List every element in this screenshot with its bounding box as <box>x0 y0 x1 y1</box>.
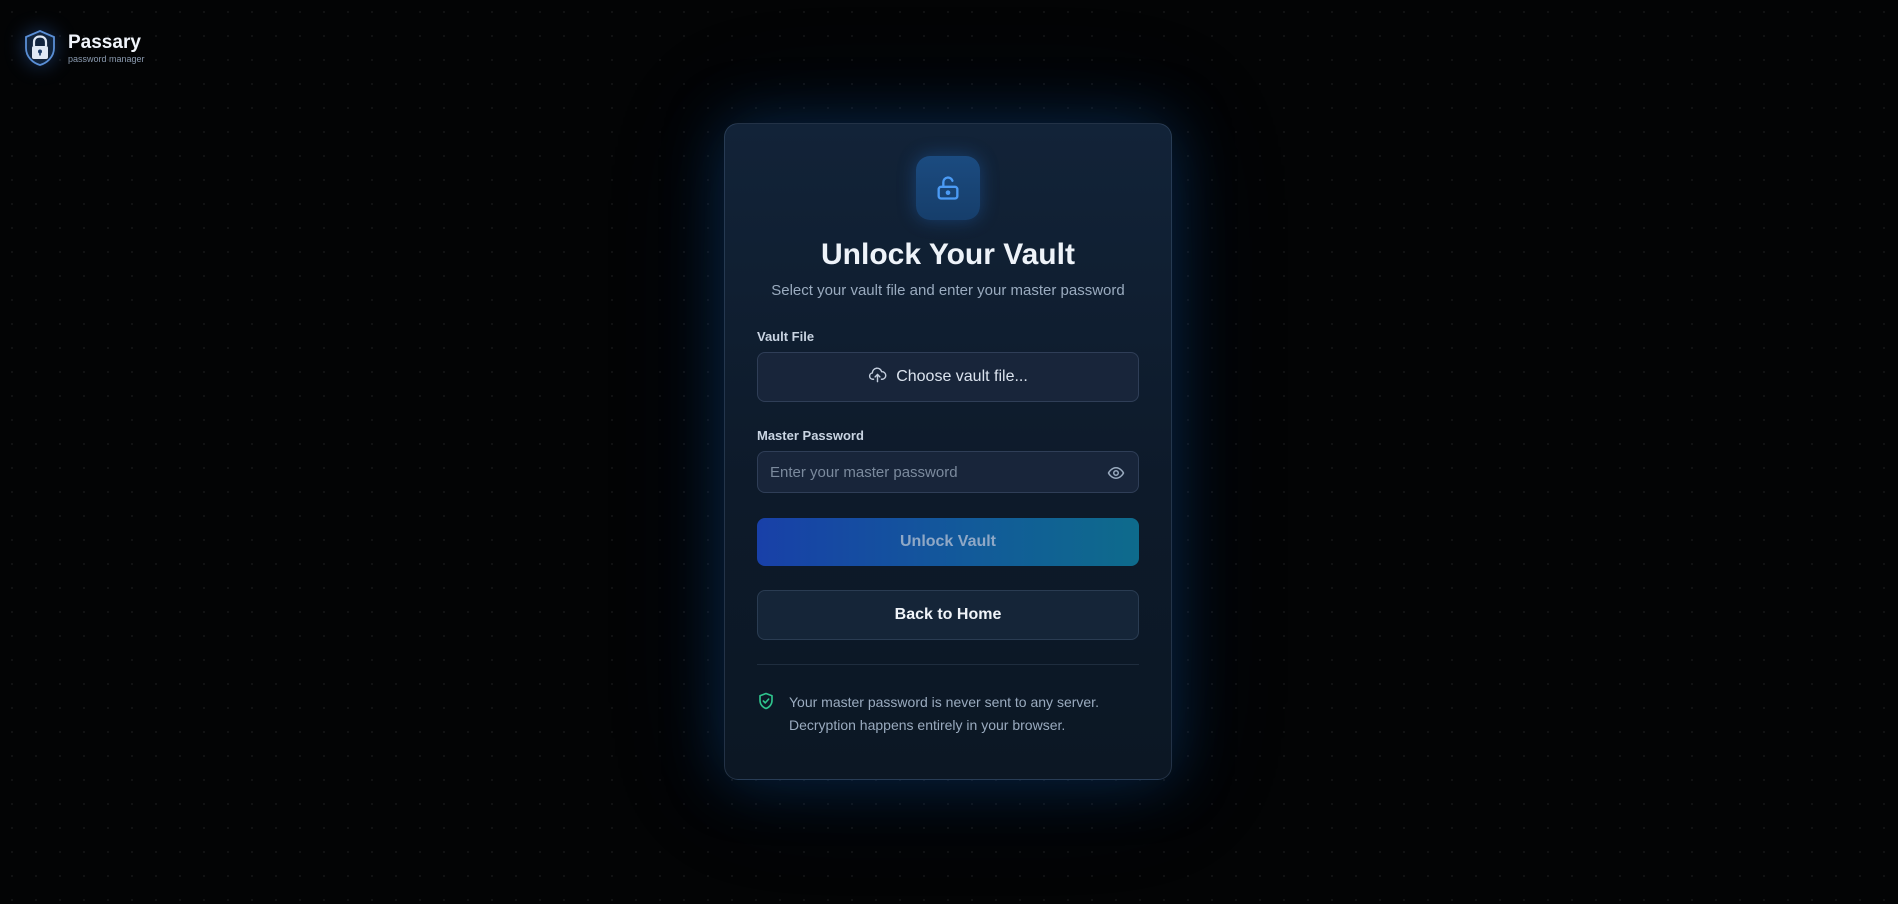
unlock-icon <box>916 156 980 220</box>
brand[interactable]: Passary password manager <box>22 28 145 68</box>
unlock-card: Unlock Your Vault Select your vault file… <box>724 123 1172 780</box>
page-title: Unlock Your Vault <box>821 238 1075 271</box>
shield-lock-icon <box>22 28 58 68</box>
back-to-home-button[interactable]: Back to Home <box>757 590 1139 640</box>
divider <box>757 664 1139 665</box>
vault-file-label: Vault File <box>757 329 815 344</box>
master-password-input[interactable] <box>758 452 1138 492</box>
eye-icon[interactable] <box>1104 461 1128 485</box>
security-notice: Your master password is never sent to an… <box>757 691 1139 737</box>
master-password-field <box>757 451 1139 493</box>
choose-vault-file-label: Choose vault file... <box>896 368 1028 385</box>
shield-check-icon <box>757 692 775 710</box>
notice-line-1: Your master password is never sent to an… <box>789 694 1099 710</box>
master-password-label: Master Password <box>757 428 864 443</box>
cloud-upload-icon <box>868 365 887 389</box>
unlock-vault-button[interactable]: Unlock Vault <box>757 518 1139 566</box>
brand-name: Passary <box>68 31 141 53</box>
brand-tagline: password manager <box>68 53 145 64</box>
notice-line-2: Decryption happens entirely in your brow… <box>789 717 1066 733</box>
page-subtitle: Select your vault file and enter your ma… <box>771 282 1125 299</box>
choose-vault-file-button[interactable]: Choose vault file... <box>757 352 1139 402</box>
